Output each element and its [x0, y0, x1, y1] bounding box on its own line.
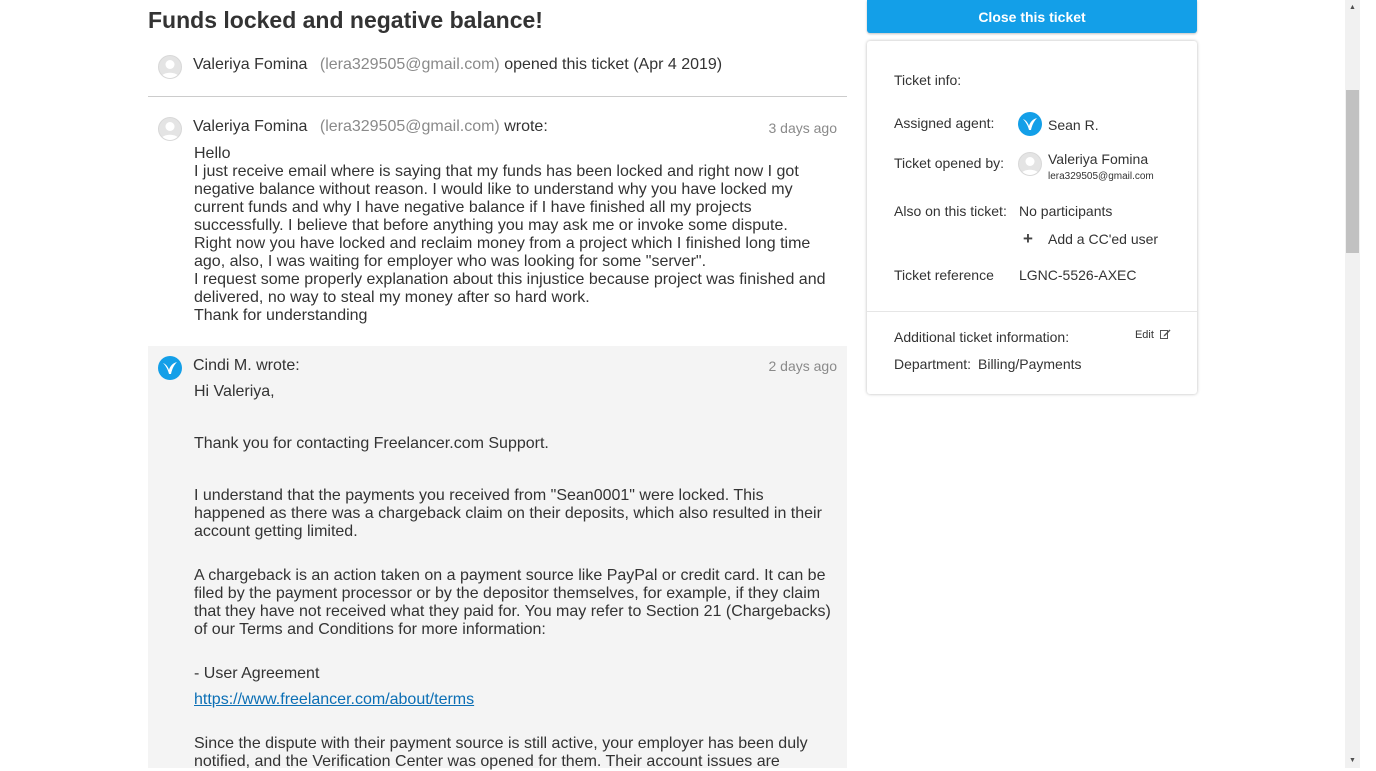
message-time: 3 days ago	[768, 120, 838, 136]
add-cc-user-link[interactable]: Add a CC'ed user	[1048, 231, 1158, 247]
agent-bird-icon	[158, 356, 182, 380]
ticket-info-panel: Ticket info: Assigned agent: Sean R. Tic…	[867, 41, 1197, 394]
opener-name: Valeriya Fomina	[193, 56, 308, 73]
message-verb: wrote:	[504, 118, 548, 135]
page-scrollbar[interactable]: ▲ ▼	[1345, 0, 1360, 768]
reply-paragraph: Since the dispute with their payment sou…	[194, 735, 808, 770]
header-divider	[148, 96, 847, 97]
assigned-agent-name: Sean R.	[1048, 117, 1099, 133]
reply-time: 2 days ago	[768, 358, 838, 374]
panel-divider	[867, 311, 1197, 312]
ticket-info-label: Ticket info:	[894, 72, 962, 88]
message-line: I request some properly explanation abou…	[194, 271, 826, 306]
scroll-down-arrow-icon[interactable]: ▼	[1345, 753, 1360, 768]
opener-avatar-icon	[158, 55, 182, 79]
user-agreement-link[interactable]: https://www.freelancer.com/about/terms	[194, 691, 474, 708]
user-agreement-label: - User Agreement	[194, 665, 320, 682]
message-author: Valeriya Fomina	[193, 118, 308, 135]
also-on-value: No participants	[1019, 203, 1113, 219]
edit-pencil-icon	[1157, 329, 1171, 341]
scrollbar-thumb[interactable]	[1346, 90, 1359, 253]
message-author-avatar-icon	[158, 117, 182, 141]
page-title: Funds locked and negative balance!	[148, 7, 543, 33]
opened-by-email: lera329505@gmail.com	[1048, 171, 1154, 182]
department-value: Billing/Payments	[978, 356, 1082, 372]
opened-text: opened this ticket	[504, 56, 629, 73]
message-line: Right now you have locked and reclaim mo…	[194, 235, 811, 270]
reply-greeting: Hi Valeriya,	[194, 383, 275, 400]
close-ticket-button[interactable]: Close this ticket	[867, 0, 1197, 33]
scroll-up-arrow-icon[interactable]: ▲	[1345, 0, 1360, 15]
reply-paragraph: Thank you for contacting Freelancer.com …	[194, 435, 549, 452]
additional-info-label: Additional ticket information:	[894, 329, 1070, 345]
agent-reply: Cindi M. wrote: 2 days ago Hi Valeriya, …	[148, 346, 847, 770]
edit-button[interactable]: Edit	[1135, 329, 1171, 341]
opener-email: (lera329505@gmail.com)	[319, 56, 500, 73]
user-agreement-link-wrap: https://www.freelancer.com/about/terms	[194, 691, 839, 709]
opened-date: (Apr 4 2019)	[633, 56, 723, 73]
agent-bird-icon	[1018, 112, 1042, 136]
ticket-reference-value: LGNC-5526-AXEC	[1019, 267, 1137, 283]
message-header: Valeriya Fomina (lera329505@gmail.com) w…	[193, 118, 548, 136]
reply-author: Cindi M. wrote:	[193, 357, 300, 374]
department-label: Department:	[894, 356, 972, 372]
reply-paragraph: I understand that the payments you recei…	[194, 487, 822, 540]
ticket-opened-line: Valeriya Fomina (lera329505@gmail.com) o…	[193, 56, 722, 74]
message-body: Hello I just receive email where is sayi…	[194, 145, 834, 325]
opened-by-label: Ticket opened by:	[894, 155, 1004, 171]
message-line: I just receive email where is saying tha…	[194, 163, 799, 234]
ticket-reference-label: Ticket reference	[894, 267, 994, 283]
plus-icon[interactable]: +	[1023, 229, 1033, 249]
message-line: Hello	[194, 145, 231, 162]
reply-paragraph: A chargeback is an action taken on a pay…	[194, 567, 831, 638]
message-line: Thank for understanding	[194, 307, 368, 324]
edit-label: Edit	[1134, 329, 1154, 341]
opened-by-name: Valeriya Fomina	[1048, 151, 1149, 167]
assigned-agent-label: Assigned agent:	[894, 115, 995, 131]
opened-by-avatar-icon	[1018, 152, 1042, 176]
message-author-email: (lera329505@gmail.com)	[319, 118, 500, 135]
also-on-label: Also on this ticket:	[894, 203, 1007, 219]
